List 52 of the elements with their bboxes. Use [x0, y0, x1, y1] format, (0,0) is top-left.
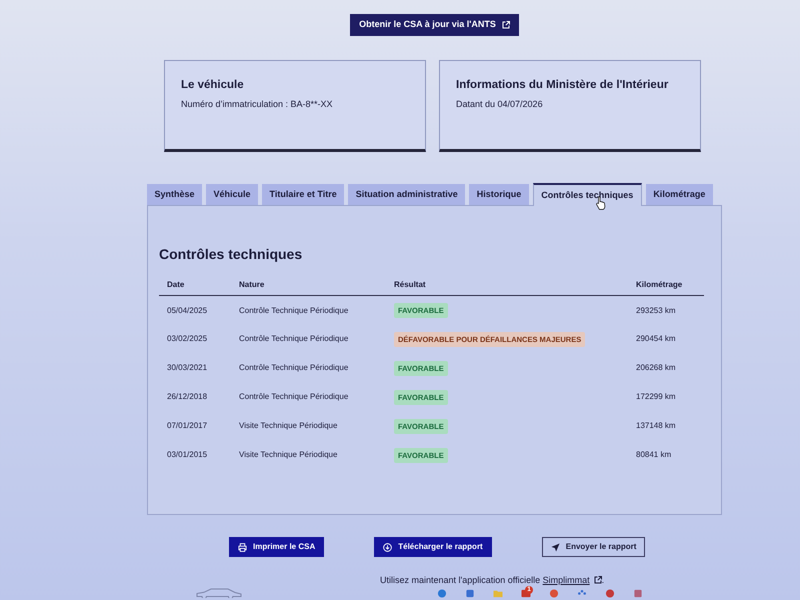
tab[interactable]: Titulaire et Titre: [262, 184, 344, 205]
card-title: Informations du Ministère de l'Intérieur: [456, 79, 670, 93]
mileage-cell-text: 137148 km: [635, 420, 677, 432]
nature-cell-text: Visite Technique Périodique: [238, 449, 338, 462]
date-cell: 05/04/2025: [159, 296, 231, 325]
nature-cell-text: Contrôle Technique Périodique: [238, 333, 350, 346]
action-button[interactable]: Imprimer le CSA: [229, 537, 324, 557]
date-cell-text: 30/03/2021: [166, 362, 208, 374]
dots-icon[interactable]: [577, 589, 587, 598]
mileage-cell-text: 206268 km: [635, 362, 677, 374]
card-title: Le véhicule: [181, 79, 245, 93]
circle-icon[interactable]: [549, 589, 559, 598]
column-header: Kilométrage: [628, 274, 704, 296]
external-link-icon: [502, 21, 510, 29]
tile-icon[interactable]: [465, 589, 475, 598]
nature-cell: Contrôle Technique Périodique: [231, 296, 386, 325]
nature-cell-text: Contrôle Technique Périodique: [238, 362, 350, 374]
card-text: Datant du 04/07/2026: [456, 98, 544, 111]
printer-icon: [238, 542, 247, 552]
send-icon: [550, 542, 560, 552]
car-icon: [195, 588, 243, 598]
circle-icon[interactable]: [437, 589, 447, 598]
mileage-cell-text: 80841 km: [635, 449, 672, 462]
tab[interactable]: Véhicule: [206, 184, 258, 205]
date-cell-text: 26/12/2018: [166, 391, 208, 404]
tile-icon[interactable]: [633, 589, 643, 598]
tab[interactable]: Kilométrage: [646, 184, 713, 205]
column-header: Date: [159, 274, 231, 296]
action-button[interactable]: Envoyer le rapport: [542, 537, 646, 557]
tab[interactable]: Contrôles techniques: [532, 183, 642, 206]
date-cell-text: 07/01/2017: [166, 420, 208, 432]
column-header: Résultat: [386, 274, 628, 296]
action-button[interactable]: Télécharger le rapport: [374, 537, 492, 557]
tab[interactable]: Historique: [469, 184, 529, 205]
tab[interactable]: Synthèse: [147, 184, 202, 205]
date-cell-text: 03/01/2015: [166, 449, 208, 462]
circle-icon[interactable]: [605, 589, 615, 598]
external-link-icon: [594, 576, 602, 584]
footer-text: Utilisez maintenant l'application officielle Simplimmat .: [380, 574, 606, 586]
date-cell-text: 03/02/2025: [166, 333, 208, 346]
download-icon: [383, 542, 392, 552]
card-text: Numéro d’immatriculation : BA-8**-XX: [181, 98, 334, 111]
mileage-cell: 293253 km: [628, 296, 704, 325]
nature-cell-text: Visite Technique Périodique: [238, 420, 338, 432]
mileage-cell-text: 172299 km: [635, 391, 677, 404]
tab[interactable]: Situation administrative: [348, 184, 466, 205]
app-link[interactable]: Simplimmat: [542, 574, 602, 586]
mileage-cell-text: 290454 km: [635, 333, 677, 346]
column-header: Nature: [231, 274, 386, 296]
nature-cell-text: Contrôle Technique Périodique: [238, 391, 350, 404]
section-title: Contrôles techniques: [159, 246, 304, 263]
ants-link-button[interactable]: Obtenir le CSA à jour via l'ANTS: [350, 14, 519, 36]
